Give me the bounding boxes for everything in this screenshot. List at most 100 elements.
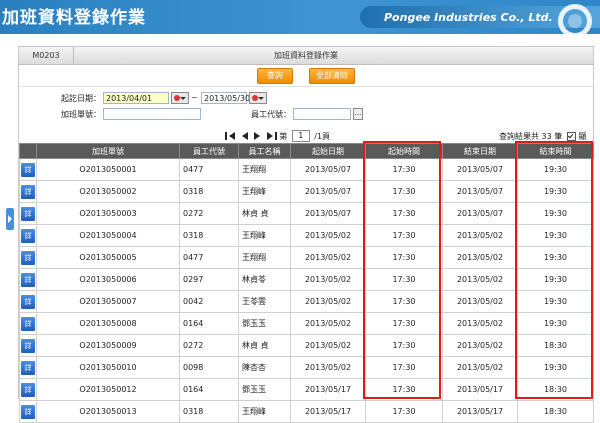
start-date-cell: 2013/05/07 <box>290 202 366 225</box>
table-row[interactable]: 詳 O2013050013 0318 王翔峰 2013/05/17 17:30 2013/0… <box>19 400 594 423</box>
end-date-cell: 2013/05/02 <box>442 334 518 357</box>
employee-name-cell: 王翔翔 <box>238 246 291 269</box>
detail-button[interactable]: 詳 <box>21 272 35 287</box>
start-time-highlight-box <box>363 141 441 399</box>
detail-cell: 詳 <box>19 356 37 379</box>
table-row[interactable]: 詳 O2013050009 0272 林貞 貞 2013/05/02 17:30 2013/… <box>19 334 594 357</box>
end-time-highlight-box <box>515 141 593 399</box>
form-no-cell: O2013050001 <box>36 158 180 181</box>
app-banner: 加班資料登錄作業 Pongee Industries Co., Ltd. <box>0 0 600 34</box>
last-page-icon[interactable] <box>266 132 273 140</box>
detail-button[interactable]: 詳 <box>21 184 35 199</box>
detail-button[interactable]: 詳 <box>21 382 35 397</box>
employee-id-cell: 0318 <box>179 224 239 247</box>
first-page-icon[interactable] <box>229 132 235 140</box>
detail-cell: 詳 <box>19 202 37 225</box>
next-page-icon[interactable] <box>254 132 261 140</box>
start-time-cell: 17:30 <box>365 400 443 423</box>
employee-name-cell: 王翔峰 <box>238 400 291 423</box>
end-date-cell: 2013/05/02 <box>442 246 518 269</box>
end-time-cell: 18:30 <box>517 400 594 423</box>
employee-lookup-button[interactable]: ... <box>353 108 363 120</box>
detail-button[interactable]: 詳 <box>21 228 35 243</box>
col-header-employee-id[interactable]: 員工代號 <box>179 143 239 159</box>
col-header-start-date[interactable]: 起始日期 <box>290 143 366 159</box>
start-date-cell: 2013/05/02 <box>290 290 366 313</box>
end-date-cell: 2013/05/02 <box>442 268 518 291</box>
employee-id-input[interactable] <box>293 108 351 120</box>
detail-button[interactable]: 詳 <box>21 206 35 221</box>
end-date-cell: 2013/05/17 <box>442 400 518 423</box>
table-row[interactable]: 詳 O2013050004 0318 王翔峰 2013/05/02 17:30 2013/0… <box>19 224 594 247</box>
main-panel: 加班資料登錄作業 M0203 查詢 全部清除 起訖日期： 2013/04/01 … <box>18 46 594 423</box>
employee-name-cell: 鄧玉玉 <box>238 378 291 401</box>
company-name: Pongee Industries Co., Ltd. <box>384 11 553 24</box>
first-page-bar-icon <box>225 132 227 140</box>
detail-cell: 詳 <box>19 290 37 313</box>
form-code: M0203 <box>19 47 74 64</box>
expand-sidebar-icon[interactable] <box>6 208 14 230</box>
start-date-input[interactable]: 2013/04/01 <box>103 92 169 104</box>
page-select[interactable]: 1 <box>291 130 310 142</box>
table-row[interactable]: 詳 O2013050008 0164 鄧玉玉 2013/05/02 17:30 2013/0… <box>19 312 594 335</box>
gear-logo-icon <box>558 4 592 34</box>
start-date-cell: 2013/05/07 <box>290 158 366 181</box>
table-row[interactable]: 詳 O2013050012 0164 鄧玉玉 2013/05/17 17:30 2013/0… <box>19 378 594 401</box>
detail-cell: 詳 <box>19 180 37 203</box>
detail-cell: 詳 <box>19 378 37 401</box>
prev-page-icon[interactable] <box>241 132 248 140</box>
detail-button[interactable]: 詳 <box>21 338 35 353</box>
col-header-end-date[interactable]: 結束日期 <box>442 143 518 159</box>
form-no-cell: O2013050013 <box>36 400 180 423</box>
table-row[interactable]: 詳 O2013050005 0477 王翔翔 2013/05/02 17:30 2013/0… <box>19 246 594 269</box>
form-no-label: 加班單號： <box>61 110 101 119</box>
employee-name-cell: 林貞 貞 <box>238 202 291 225</box>
clear-all-button[interactable]: 全部清除 <box>309 68 355 84</box>
table-row[interactable]: 詳 O2013050007 0042 王苓雲 2013/05/02 17:30 2013/0… <box>19 290 594 313</box>
employee-id-cell: 0042 <box>179 290 239 313</box>
query-button[interactable]: 查詢 <box>257 68 293 84</box>
detail-cell: 詳 <box>19 158 37 181</box>
form-no-cell: O2013050007 <box>36 290 180 313</box>
detail-button[interactable]: 詳 <box>21 250 35 265</box>
end-date-calendar-icon[interactable] <box>249 92 267 104</box>
end-date-cell: 2013/05/07 <box>442 180 518 203</box>
detail-cell: 詳 <box>19 400 37 423</box>
form-no-cell: O2013050004 <box>36 224 180 247</box>
show-all-checkbox[interactable] <box>566 132 576 141</box>
form-no-input[interactable] <box>103 108 201 120</box>
employee-name-cell: 王苓雲 <box>238 290 291 313</box>
col-header-employee-name[interactable]: 員工名稱 <box>238 143 291 159</box>
form-no-cell: O2013050012 <box>36 378 180 401</box>
employee-name-cell: 陳杏杏 <box>238 356 291 379</box>
form-titlebar: 加班資料登錄作業 M0203 <box>19 47 593 65</box>
start-date-cell: 2013/05/02 <box>290 334 366 357</box>
result-count: 查詢結果共 33 筆 <box>499 132 563 141</box>
end-date-input[interactable]: 2013/05/30 <box>201 92 250 104</box>
start-date-cell: 2013/05/17 <box>290 378 366 401</box>
detail-button[interactable]: 詳 <box>21 360 35 375</box>
table-row[interactable]: 詳 O2013050010 0098 陳杏杏 2013/05/02 17:30 2013/0… <box>19 356 594 379</box>
detail-button[interactable]: 詳 <box>21 294 35 309</box>
table-row[interactable]: 詳 O2013050002 0318 王翔峰 2013/05/07 17:30 2013/0… <box>19 180 594 203</box>
detail-button[interactable]: 詳 <box>21 162 35 177</box>
col-header-detail <box>19 143 37 159</box>
employee-id-cell: 0318 <box>179 180 239 203</box>
detail-button[interactable]: 詳 <box>21 316 35 331</box>
employee-name-cell: 王翔峰 <box>238 224 291 247</box>
start-date-cell: 2013/05/02 <box>290 224 366 247</box>
start-date-calendar-icon[interactable] <box>171 92 189 104</box>
employee-id-cell: 0272 <box>179 202 239 225</box>
employee-id-cell: 0477 <box>179 158 239 181</box>
table-row[interactable]: 詳 O2013050006 0297 林貞苓 2013/05/02 17:30 2013/0… <box>19 268 594 291</box>
overtime-table: 加班單號 員工代號 員工名稱 起始日期 起始時間 結束日期 結束時間 詳 O201… <box>19 143 594 423</box>
employee-id-cell: 0164 <box>179 312 239 335</box>
col-header-form-no[interactable]: 加班單號 <box>36 143 180 159</box>
end-date-cell: 2013/05/07 <box>442 158 518 181</box>
banner-title: 加班資料登錄作業 <box>2 8 146 28</box>
table-row[interactable]: 詳 O2013050001 0477 王翔翔 2013/05/07 17:30 2013/0… <box>19 158 594 181</box>
table-row[interactable]: 詳 O2013050003 0272 林貞 貞 2013/05/07 17:30 2013/… <box>19 202 594 225</box>
table-header-row: 加班單號 員工代號 員工名稱 起始日期 起始時間 結束日期 結束時間 <box>19 143 594 159</box>
pager: 第 1 /1頁 <box>225 130 330 142</box>
detail-button[interactable]: 詳 <box>21 404 35 419</box>
